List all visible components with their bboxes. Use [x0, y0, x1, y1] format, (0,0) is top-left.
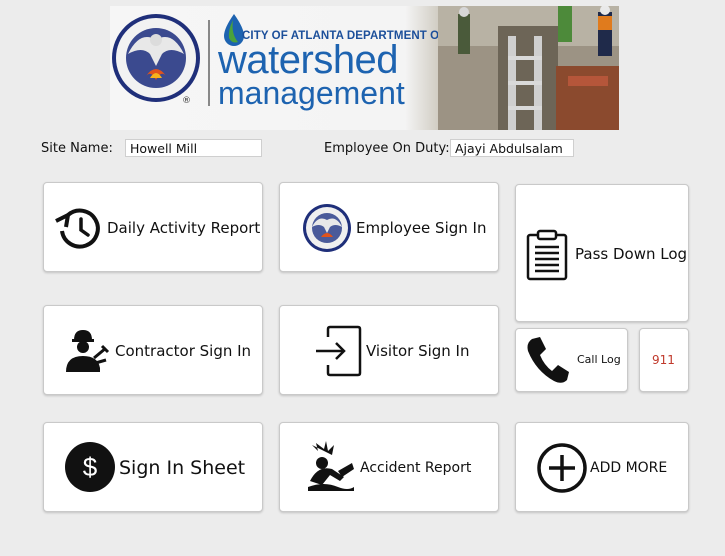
employee-sign-in-label: Employee Sign In: [356, 219, 487, 237]
daily-activity-report-label: Daily Activity Report: [107, 219, 261, 237]
construction-worker-icon: [66, 330, 110, 372]
construction-photo: [438, 6, 619, 130]
city-seal-logo: [112, 14, 200, 102]
dollar-icon: $: [65, 442, 115, 492]
add-more-label: ADD MORE: [590, 460, 668, 476]
emergency-911-label: 911: [652, 353, 675, 367]
department-banner: ® CITY OF ATLANTA DEPARTMENT OF watershe…: [110, 6, 619, 130]
accident-icon: [308, 441, 354, 491]
call-log-button[interactable]: Call Log: [515, 328, 628, 392]
visitor-sign-in-button[interactable]: Visitor Sign In: [279, 305, 499, 395]
banner-divider: [208, 20, 210, 106]
emergency-911-button[interactable]: 911: [639, 328, 689, 392]
sign-in-sheet-button[interactable]: $ Sign In Sheet: [43, 422, 263, 512]
sign-in-sheet-label: Sign In Sheet: [119, 457, 246, 479]
accident-report-label: Accident Report: [360, 460, 472, 476]
sign-in-arrow-icon: [316, 325, 362, 377]
daily-activity-report-button[interactable]: Daily Activity Report: [43, 182, 263, 272]
banner-title-management: management: [218, 75, 405, 111]
banner-title-watershed: watershed: [218, 38, 399, 82]
svg-text:$: $: [83, 452, 98, 482]
history-clock-icon: [55, 208, 100, 249]
pass-down-log-button[interactable]: Pass Down Log: [515, 184, 689, 322]
call-log-label: Call Log: [577, 353, 621, 366]
contractor-sign-in-button[interactable]: Contractor Sign In: [43, 305, 263, 395]
visitor-sign-in-label: Visitor Sign In: [366, 342, 470, 360]
employee-on-duty-field[interactable]: Ajayi Abdulsalam: [450, 139, 574, 157]
site-name-field[interactable]: Howell Mill: [125, 139, 262, 157]
add-circle-icon: [537, 443, 587, 493]
accident-report-button[interactable]: Accident Report: [279, 422, 499, 512]
pass-down-log-label: Pass Down Log: [575, 245, 688, 263]
site-name-label: Site Name:: [41, 141, 113, 156]
phone-icon: [527, 337, 569, 383]
employee-on-duty-label: Employee On Duty:: [324, 141, 450, 156]
clipboard-icon: [526, 229, 568, 281]
contractor-sign-in-label: Contractor Sign In: [115, 342, 252, 360]
employee-sign-in-button[interactable]: Employee Sign In: [279, 182, 499, 272]
city-seal-icon: [303, 204, 351, 252]
add-more-button[interactable]: ADD MORE: [515, 422, 689, 512]
registered-mark: ®: [182, 96, 191, 106]
